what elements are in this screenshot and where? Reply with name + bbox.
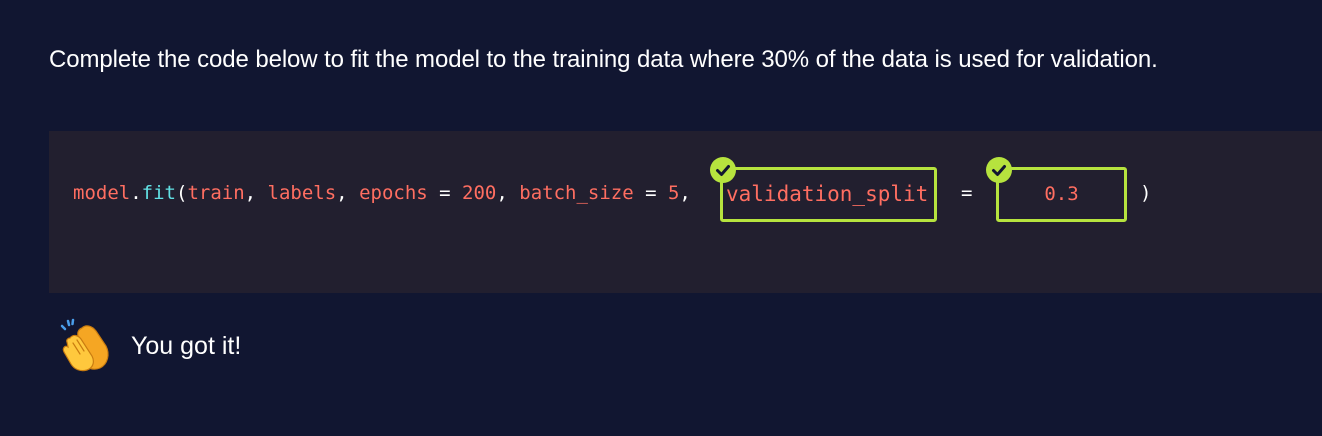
answer-blank-value[interactable]: 0.3 [986, 157, 1127, 222]
code-token-arg-train: train [187, 182, 245, 204]
code-token-comma: , [336, 182, 360, 204]
code-token-arg-epochs: epochs [359, 182, 428, 204]
feedback-text: You got it! [131, 331, 242, 360]
code-token-object: model [73, 182, 131, 204]
answer-blank-keyword[interactable]: validation_split [710, 157, 937, 222]
code-token-open-paren: ( [175, 182, 188, 204]
code-token-comma: , [679, 182, 691, 204]
correct-check-icon [986, 157, 1012, 183]
answer-keyword-text: validation_split [726, 182, 929, 206]
code-token-dot: . [130, 182, 142, 204]
answer-value-text: 0.3 [1044, 183, 1079, 205]
clapping-hands-icon [56, 316, 112, 377]
code-token-epochs-value: 200 [462, 182, 497, 204]
code-editor-panel: model.fit(train, labels, epochs = 200, b… [49, 131, 1322, 293]
code-token-equals: = [427, 182, 463, 204]
code-token-arg-batch-size: batch_size [519, 182, 634, 204]
code-token-comma: , [496, 182, 520, 204]
code-token-batch-size-value: 5 [667, 182, 680, 204]
code-token-equals: = [633, 182, 668, 204]
code-token-arg-labels: labels [267, 182, 337, 204]
code-line: model.fit(train, labels, epochs = 200, b… [73, 181, 691, 205]
code-token-close-paren: ) [1140, 182, 1152, 204]
feedback-message: You got it! [56, 318, 241, 374]
code-token-method: fit [141, 182, 176, 204]
code-token-comma: , [244, 182, 268, 204]
correct-check-icon [710, 157, 736, 183]
code-token-equals: = [961, 182, 973, 204]
exercise-prompt: Complete the code below to fit the model… [49, 46, 1158, 73]
